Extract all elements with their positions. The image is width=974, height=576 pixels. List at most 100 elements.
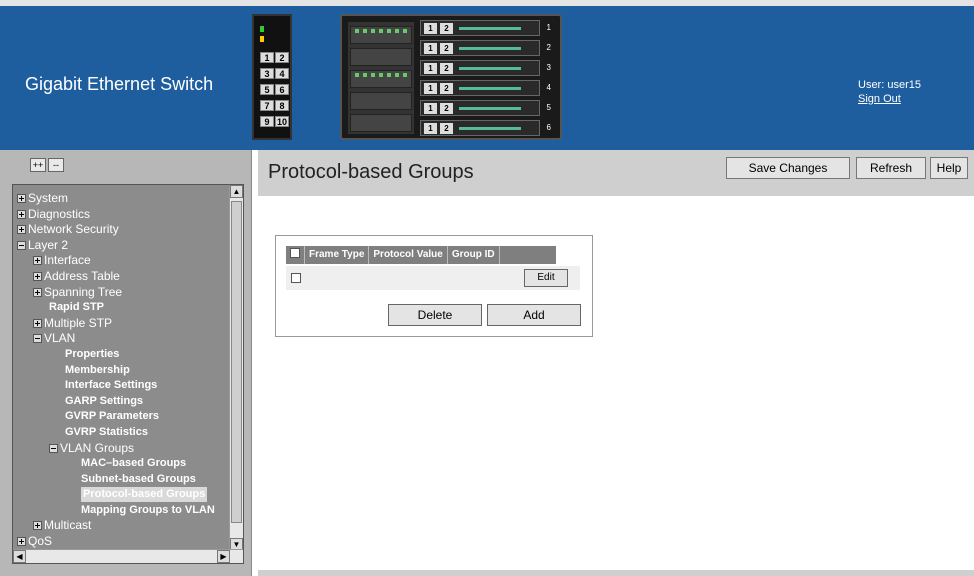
horizontal-scrollbar[interactable]: ◀ ▶	[13, 549, 243, 563]
sidebar-item-label: System	[28, 191, 69, 205]
sidebar-item[interactable]: GVRP Parameters	[13, 409, 231, 425]
stack-port[interactable]: 8	[275, 100, 289, 111]
sidebar-item-label: Rapid STP	[49, 301, 105, 314]
expand-plus-icon[interactable]	[33, 287, 42, 297]
sidebar-item[interactable]: VLAN Groups	[13, 441, 231, 457]
row-checkbox[interactable]	[291, 273, 301, 283]
collapse-all-button[interactable]: --	[48, 158, 64, 172]
stack-port[interactable]: 7	[260, 100, 274, 111]
sidebar-item-label: GVRP Parameters	[65, 410, 159, 423]
collapse-minus-icon[interactable]	[33, 334, 42, 344]
blade-unit[interactable]: 1 2 1	[420, 20, 551, 36]
vertical-scrollbar[interactable]: ▲ ▼	[229, 185, 243, 551]
refresh-button[interactable]: Refresh	[856, 157, 926, 179]
expand-plus-icon[interactable]	[33, 256, 42, 266]
expand-plus-icon[interactable]	[33, 318, 42, 328]
expand-all-button[interactable]: ++	[30, 158, 46, 172]
expand-plus-icon[interactable]	[17, 225, 26, 235]
stack-port[interactable]: 3	[260, 68, 274, 79]
save-changes-button[interactable]: Save Changes	[726, 157, 850, 179]
blade-unit[interactable]: 1 2 5	[420, 100, 551, 116]
expand-plus-icon[interactable]	[33, 271, 42, 281]
sidebar-item[interactable]: Layer 2	[13, 238, 231, 254]
sidebar-item[interactable]: Interface	[13, 253, 231, 269]
blade-port[interactable]: 1	[424, 83, 437, 94]
sidebar-item[interactable]: MAC–based Groups	[13, 456, 231, 472]
sidebar-item[interactable]: Network Security	[13, 222, 231, 238]
sidebar-item-label: Multicast	[44, 518, 92, 533]
status-led-yellow	[260, 36, 264, 42]
sidebar-item[interactable]: Rapid STP	[13, 300, 231, 316]
sidebar-item[interactable]: GVRP Statistics	[13, 425, 231, 441]
delete-button[interactable]: Delete	[388, 304, 482, 326]
scroll-up-icon[interactable]: ▲	[230, 185, 243, 198]
blade-unit[interactable]: 1 2 2	[420, 40, 551, 56]
sidebar-item[interactable]: Multiple STP	[13, 316, 231, 332]
sidebar-item[interactable]: Multicast	[13, 518, 231, 534]
expand-plus-icon[interactable]	[33, 521, 42, 531]
stack-port[interactable]: 4	[275, 68, 289, 79]
blade-port[interactable]: 2	[440, 23, 453, 34]
blade-port[interactable]: 1	[424, 23, 437, 34]
blade-port[interactable]: 1	[424, 103, 437, 114]
stack-port[interactable]: 2	[275, 52, 289, 63]
blade-index: 6	[546, 123, 551, 132]
sidebar-item[interactable]: QoS	[13, 534, 231, 550]
sidebar-item[interactable]: Address Table	[13, 269, 231, 285]
sidebar-item[interactable]: Subnet-based Groups	[13, 472, 231, 488]
blade-port[interactable]: 1	[424, 123, 437, 134]
blade-port[interactable]: 1	[424, 63, 437, 74]
sidebar-item[interactable]: System	[13, 191, 231, 207]
blade-port[interactable]: 2	[440, 103, 453, 114]
rack-module	[348, 22, 414, 134]
stack-port[interactable]: 6	[275, 84, 289, 95]
blade-unit[interactable]: 1 2 6	[420, 120, 551, 136]
sidebar-item[interactable]: Diagnostics	[13, 207, 231, 223]
chassis-image: 1 2 1 1 2 2 1 2 3 1 2 4 1 2 5 1 2 6	[340, 14, 562, 140]
expand-plus-icon[interactable]	[17, 537, 26, 547]
blade-unit[interactable]: 1 2 4	[420, 80, 551, 96]
tree-expand-controls: ++ --	[30, 158, 64, 172]
blade-port[interactable]: 2	[440, 123, 453, 134]
sidebar-item[interactable]: VLAN	[13, 331, 231, 347]
sidebar-item[interactable]: Interface Settings	[13, 378, 231, 394]
blade-unit[interactable]: 1 2 3	[420, 60, 551, 76]
blade-port[interactable]: 2	[440, 83, 453, 94]
scroll-thumb[interactable]	[231, 201, 242, 523]
sidebar-item[interactable]: Mapping Groups to VLAN	[13, 503, 231, 519]
page-title: Protocol-based Groups	[268, 161, 474, 183]
blade-port[interactable]: 1	[424, 43, 437, 54]
sidebar-item-label: MAC–based Groups	[81, 457, 187, 470]
scroll-left-icon[interactable]: ◀	[13, 550, 26, 563]
expand-plus-icon[interactable]	[17, 209, 26, 219]
sidebar-item[interactable]: Membership	[13, 363, 231, 379]
sidebar-item[interactable]: Properties	[13, 347, 231, 363]
edit-button[interactable]: Edit	[524, 269, 568, 287]
stack-port[interactable]: 10	[275, 116, 289, 127]
sidebar-item[interactable]: GARP Settings	[13, 394, 231, 410]
blade-index: 4	[546, 83, 551, 92]
select-all-checkbox[interactable]	[290, 248, 300, 258]
sidebar-item-label: GVRP Statistics	[65, 425, 148, 438]
blade-index: 5	[546, 103, 551, 112]
expand-plus-icon[interactable]	[17, 194, 26, 203]
sidebar-item[interactable]: Protocol-based Groups	[13, 487, 231, 503]
stack-port[interactable]: 5	[260, 84, 274, 95]
page-header-bar: Protocol-based Groups Save Changes Refre…	[258, 150, 974, 196]
blade-port[interactable]: 2	[440, 63, 453, 74]
collapse-minus-icon[interactable]	[49, 443, 58, 453]
help-button[interactable]: Help	[930, 157, 968, 179]
sidebar-item-label: Diagnostics	[28, 206, 91, 221]
protocol-groups-panel: Frame Type Protocol Value Group ID Edit …	[275, 235, 593, 337]
sign-out-link[interactable]: Sign Out	[858, 92, 921, 106]
scroll-right-icon[interactable]: ▶	[217, 550, 230, 563]
sidebar-item-label: Protocol-based Groups	[81, 487, 208, 503]
nav-tree-items: System Diagnostics Network Security Layer 2…	[13, 185, 231, 551]
stack-port[interactable]: 9	[260, 116, 274, 127]
blade-port[interactable]: 2	[440, 43, 453, 54]
stack-port[interactable]: 1	[260, 52, 274, 63]
sidebar-item[interactable]: Spanning Tree	[13, 285, 231, 301]
collapse-minus-icon[interactable]	[17, 240, 26, 250]
main-content: Protocol-based Groups Save Changes Refre…	[258, 150, 974, 570]
add-button[interactable]: Add	[487, 304, 581, 326]
